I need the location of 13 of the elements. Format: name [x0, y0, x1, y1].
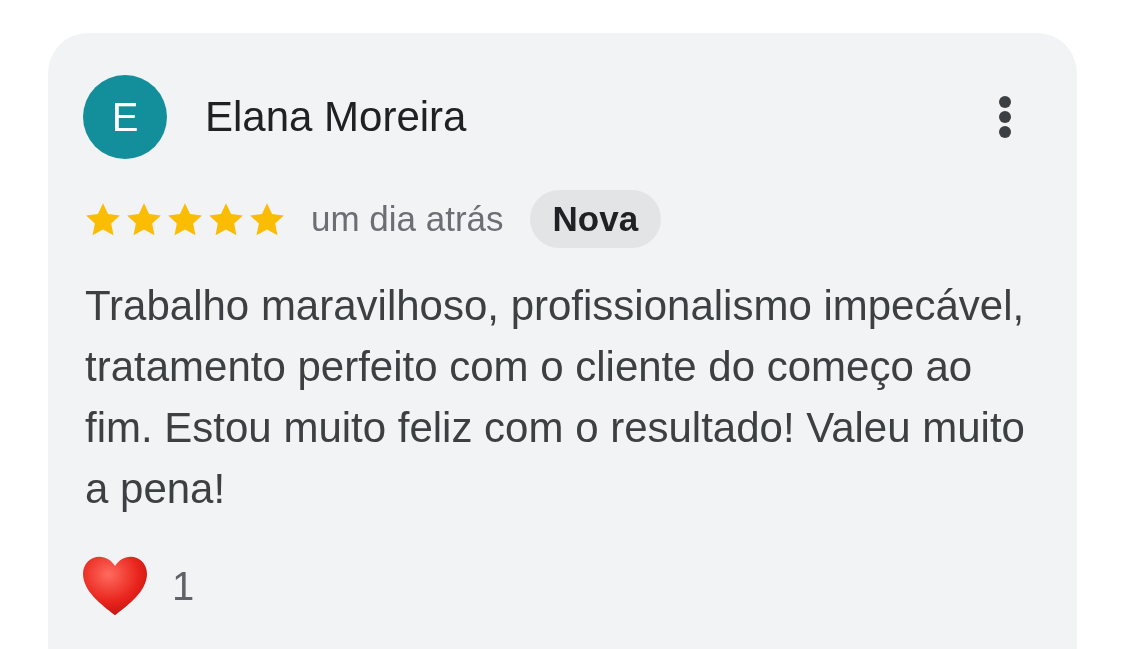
reaction-count: 1 [172, 563, 195, 609]
star-icon [126, 202, 162, 236]
star-icon [249, 202, 285, 236]
star-icon [85, 202, 121, 236]
star-icon [208, 202, 244, 236]
more-options-icon[interactable] [999, 96, 1011, 138]
star-icon [167, 202, 203, 236]
new-tag: Nova [529, 190, 662, 248]
heart-icon[interactable] [83, 556, 147, 616]
avatar: E [83, 75, 167, 159]
review-text: Trabalho maravilhoso, profissionalismo impecável, tratamento perfeito com o cliente do começo ao fim. Estou muito feliz com o resultado! Valeu muito a pena! [85, 281, 1026, 514]
review-time: um dia atrás [311, 199, 504, 239]
reviewer-name: Elana Moreira [205, 93, 468, 141]
